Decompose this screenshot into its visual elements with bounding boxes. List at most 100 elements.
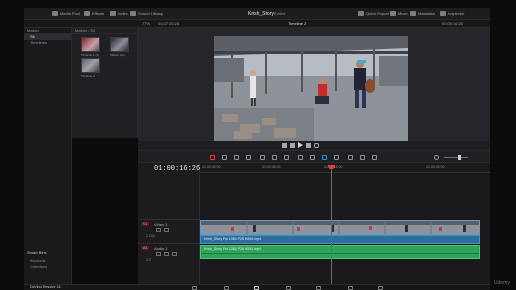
ruler-label: 01:00:00:00 [202, 165, 221, 169]
visibility-icon[interactable] [164, 228, 169, 232]
stop-icon[interactable] [290, 143, 295, 148]
viewer-panel [138, 28, 490, 150]
timeline-name[interactable]: Timeline 2 [288, 21, 306, 27]
link-icon[interactable] [310, 155, 315, 160]
sound-library-tab[interactable]: Sound Library [130, 10, 163, 18]
prev-icon[interactable] [282, 143, 287, 148]
media-page-icon[interactable] [192, 286, 197, 290]
sidebar-item-timelines[interactable]: Timelines [24, 40, 71, 46]
track-id: A1 [141, 246, 150, 250]
media-pool-icon [52, 11, 58, 17]
fusion-page-icon[interactable] [286, 286, 291, 290]
inspector-icon [440, 11, 446, 17]
top-toolbar: Media Pool Effects Index Sound Library K… [24, 8, 490, 20]
index-icon [110, 11, 116, 17]
track-name: Audio 1 [154, 246, 168, 251]
dynamic-trim-icon[interactable] [234, 155, 239, 160]
video-frame[interactable] [214, 36, 408, 142]
timeline-timecode: 01:00:16:26 [154, 165, 201, 173]
zoom-level[interactable]: 77% [142, 21, 150, 27]
timeline-panel[interactable]: 01:00:00:00 01:00:08:00 01:00:16:00 01:0… [200, 163, 490, 284]
media-pool-panel: Master / Sit Timeline 1 (2) Master clip … [72, 28, 138, 138]
quick-export-icon [358, 11, 364, 17]
bin-sidebar: Master Sit Timelines Smart Bins Keywords… [24, 28, 72, 284]
smart-bins-title: Smart Bins [27, 250, 47, 255]
edit-toolbar [138, 150, 490, 163]
clip-thumbnail[interactable] [81, 37, 100, 52]
cut-page-icon[interactable] [224, 286, 229, 290]
smart-bin-keywords[interactable]: Keywords [30, 259, 45, 263]
mute-icon[interactable] [172, 252, 177, 256]
snapping-icon[interactable] [298, 155, 303, 160]
effects-tab[interactable]: Effects [84, 10, 104, 18]
play-icon[interactable] [298, 142, 303, 148]
clip-label: Timeline 1 (2) [81, 53, 100, 57]
marker-icon[interactable] [334, 155, 339, 160]
inspector-tab[interactable]: Inspector [440, 10, 464, 18]
track-format: 2.0 [146, 258, 151, 262]
media-pool-header: Master / Sit [72, 28, 137, 34]
media-pool-tab[interactable]: Media Pool [52, 10, 80, 18]
edit-page-icon[interactable] [254, 286, 259, 290]
audio-clip[interactable]: Krish_Story Ful 1080 P25 H264.mp4 [200, 245, 480, 259]
zoom-in-icon[interactable] [372, 155, 377, 160]
color-page-icon[interactable] [316, 286, 321, 290]
audio-waveform [201, 253, 479, 254]
overwrite-clip-icon[interactable] [272, 155, 277, 160]
ruler-label: 01:00:24:00 [426, 165, 445, 169]
viewer-info-bar: 77% 00:37:25:25 Timeline 2 00:00:16:26 [24, 20, 490, 28]
mixer-tab[interactable]: Mixer [390, 10, 408, 18]
selection-tool-icon[interactable] [210, 155, 215, 160]
project-title: Krish_Story [248, 11, 274, 17]
replace-clip-icon[interactable] [284, 155, 289, 160]
solo-icon[interactable] [164, 252, 169, 256]
loop-icon[interactable] [314, 143, 319, 148]
lock-icon[interactable] [156, 228, 161, 232]
clip-label: Master clip [110, 53, 125, 57]
insert-clip-icon[interactable] [260, 155, 265, 160]
next-icon[interactable] [306, 143, 311, 148]
clip-thumbnail[interactable] [81, 58, 100, 73]
app-name: DaVinci Resolve 18 [30, 285, 61, 289]
track-header-audio-1: A1 Audio 1 2.0 [138, 243, 200, 265]
track-id: V1 [141, 222, 150, 226]
track-clip-count: 1 Clip [146, 234, 155, 238]
timeline-ruler[interactable]: 01:00:00:00 01:00:08:00 01:00:16:00 01:0… [200, 165, 490, 173]
page-navigation-bar: DaVinci Resolve 18 [24, 284, 490, 290]
video-clip[interactable] [200, 220, 480, 235]
clip-label: Timeline 2 [81, 74, 95, 78]
sound-library-icon [130, 11, 136, 17]
zoom-out-icon[interactable] [360, 155, 365, 160]
ruler-label: 01:00:08:00 [262, 165, 281, 169]
volume-icon[interactable] [434, 155, 439, 160]
video-clip-name: Krish_Story Ful 1080 P25 H264.mp4 [204, 237, 262, 241]
deliver-page-icon[interactable] [378, 286, 383, 290]
volume-slider-handle[interactable] [458, 155, 461, 160]
zoom-icon[interactable] [348, 155, 353, 160]
watermark: Udemy [494, 280, 510, 286]
record-timecode: 00:00:16:26 [442, 21, 464, 26]
metadata-icon [410, 11, 416, 17]
playhead[interactable] [331, 165, 332, 284]
video-frame-image [214, 36, 408, 142]
effects-icon [84, 11, 90, 17]
edit-index-tab[interactable]: Index [110, 10, 128, 18]
video-clip-label-bar[interactable]: Krish_Story Ful 1080 P25 H264.mp4 [200, 235, 480, 244]
metadata-tab[interactable]: Metadata [410, 10, 435, 18]
blade-icon[interactable] [246, 155, 251, 160]
flag-icon[interactable] [322, 155, 327, 160]
volume-slider[interactable] [444, 157, 468, 158]
project-status: Edited [274, 11, 286, 16]
smart-bin-collections[interactable]: Collections [30, 265, 47, 269]
source-timecode: 00:37:25:25 [158, 21, 180, 26]
fairlight-page-icon[interactable] [348, 286, 353, 290]
track-name: Video 1 [154, 222, 168, 227]
audio-clip-name: Krish_Story Ful 1080 P25 H264.mp4 [204, 247, 262, 251]
clip-thumbnail[interactable] [110, 37, 129, 52]
quick-export-button[interactable]: Quick Export [358, 10, 389, 18]
track-header-panel: 01:00:16:26 V1 Video 1 1 Clip A1 Audio 1… [138, 163, 200, 284]
mixer-icon [390, 11, 396, 17]
track-header-video-1: V1 Video 1 1 Clip [138, 219, 200, 241]
lock-icon[interactable] [156, 252, 161, 256]
trim-tool-icon[interactable] [222, 155, 227, 160]
